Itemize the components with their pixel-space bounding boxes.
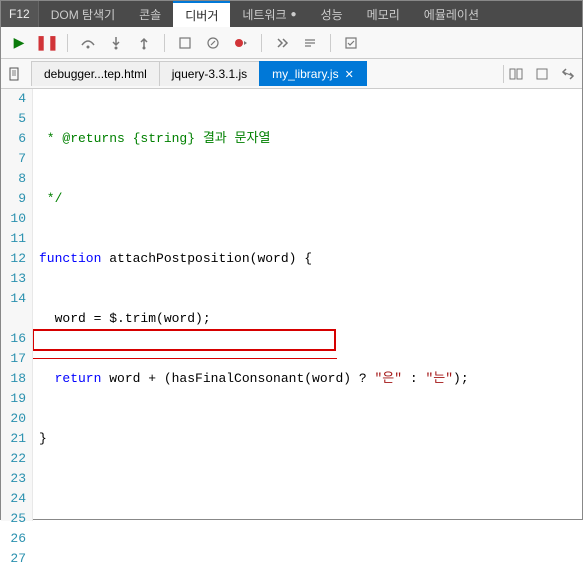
code-line: word = $.trim(word); [39, 311, 211, 326]
code-line: */ [39, 191, 62, 206]
code-line: ); [453, 371, 469, 386]
line-number[interactable]: 23 [1, 469, 26, 489]
tab-network[interactable]: 네트워크 ● [230, 1, 308, 27]
code-line: return [39, 371, 101, 386]
line-number[interactable]: 7 [1, 149, 26, 169]
code-line: "은" [374, 371, 402, 386]
line-number[interactable]: 20 [1, 409, 26, 429]
line-number[interactable]: 8 [1, 169, 26, 189]
debugger-toolbar: ▶ ❚❚ [1, 27, 582, 59]
record-icon: ● [291, 9, 297, 20]
exception-behavior-button[interactable] [201, 31, 225, 55]
compare-button[interactable] [556, 62, 580, 86]
line-number[interactable]: 6 [1, 129, 26, 149]
tab-console[interactable]: 콘솔 [127, 1, 173, 27]
code-line: } [39, 431, 47, 446]
file-tab-my-library[interactable]: my_library.js ✕ [259, 61, 367, 86]
line-number[interactable]: 14 [1, 289, 26, 309]
tab-emulation[interactable]: 에뮬레이션 [412, 1, 491, 27]
line-number[interactable]: 16 [1, 329, 26, 349]
line-number[interactable]: 12 [1, 249, 26, 269]
line-number[interactable]: 22 [1, 449, 26, 469]
line-number[interactable]: 25 [1, 509, 26, 529]
line-number[interactable]: 11 [1, 229, 26, 249]
code-line: * @returns {string} 결과 문자열 [39, 131, 270, 146]
line-number[interactable]: 19 [1, 389, 26, 409]
line-number[interactable]: 27 [1, 549, 26, 569]
code-line: attachPostposition(word) { [101, 251, 312, 266]
break-new-worker-button[interactable] [173, 31, 197, 55]
strike-annotation [33, 358, 337, 359]
just-my-code-button[interactable] [339, 31, 363, 55]
separator [330, 34, 331, 52]
code-line: "는" [425, 371, 453, 386]
line-number[interactable]: 24 [1, 489, 26, 509]
code-line: function [39, 251, 101, 266]
code-line: : [402, 371, 425, 386]
step-into-button[interactable] [104, 31, 128, 55]
pretty-print-button[interactable] [270, 31, 294, 55]
separator [164, 34, 165, 52]
line-number[interactable]: 17 [1, 349, 26, 369]
separator [261, 34, 262, 52]
line-number[interactable]: 26 [1, 529, 26, 549]
close-icon[interactable]: ✕ [345, 68, 354, 81]
line-number[interactable]: 10 [1, 209, 26, 229]
line-number[interactable]: 9 [1, 189, 26, 209]
continue-button[interactable]: ▶ [7, 31, 31, 55]
line-gutter: 4567891011121314151617181920212223242526… [1, 89, 33, 521]
line-number[interactable]: 5 [1, 109, 26, 129]
code-area[interactable]: * @returns {string} 결과 문자열 */ function a… [33, 89, 582, 521]
tab-debugger[interactable]: 디버거 [173, 1, 230, 27]
devtools-tabs: F12 DOM 탐색기 콘솔 디버거 네트워크 ● 성능 메모리 에뮬레이션 [1, 1, 582, 27]
line-number[interactable]: 13 [1, 269, 26, 289]
highlight-annotation [33, 329, 336, 351]
tab-network-label: 네트워크 [242, 6, 286, 23]
pause-button[interactable]: ❚❚ [35, 31, 59, 55]
tab-performance[interactable]: 성능 [309, 1, 355, 27]
line-number[interactable]: 4 [1, 89, 26, 109]
debug-just-my-code-button[interactable] [504, 62, 528, 86]
file-tab-label: my_library.js [272, 67, 338, 81]
tab-memory[interactable]: 메모리 [355, 1, 412, 27]
line-number[interactable]: 21 [1, 429, 26, 449]
word-wrap-button[interactable] [298, 31, 322, 55]
breakpoint-dropdown-button[interactable] [229, 31, 253, 55]
tab-dom-explorer[interactable]: DOM 탐색기 [39, 1, 127, 27]
line-number[interactable]: 18 [1, 369, 26, 389]
separator [67, 34, 68, 52]
file-tab-jquery[interactable]: jquery-3.3.1.js [159, 61, 260, 86]
code-editor[interactable]: 4567891011121314151617181920212223242526… [1, 89, 582, 521]
document-icon[interactable] [5, 64, 25, 84]
f12-label: F12 [1, 1, 39, 27]
step-out-button[interactable] [132, 31, 156, 55]
file-tabs: debugger...tep.html jquery-3.3.1.js my_l… [1, 59, 582, 89]
step-over-button[interactable] [76, 31, 100, 55]
file-tab-debugger-html[interactable]: debugger...tep.html [31, 61, 160, 86]
code-line: word + (hasFinalConsonant(word) ? [101, 371, 374, 386]
source-map-button[interactable] [530, 62, 554, 86]
